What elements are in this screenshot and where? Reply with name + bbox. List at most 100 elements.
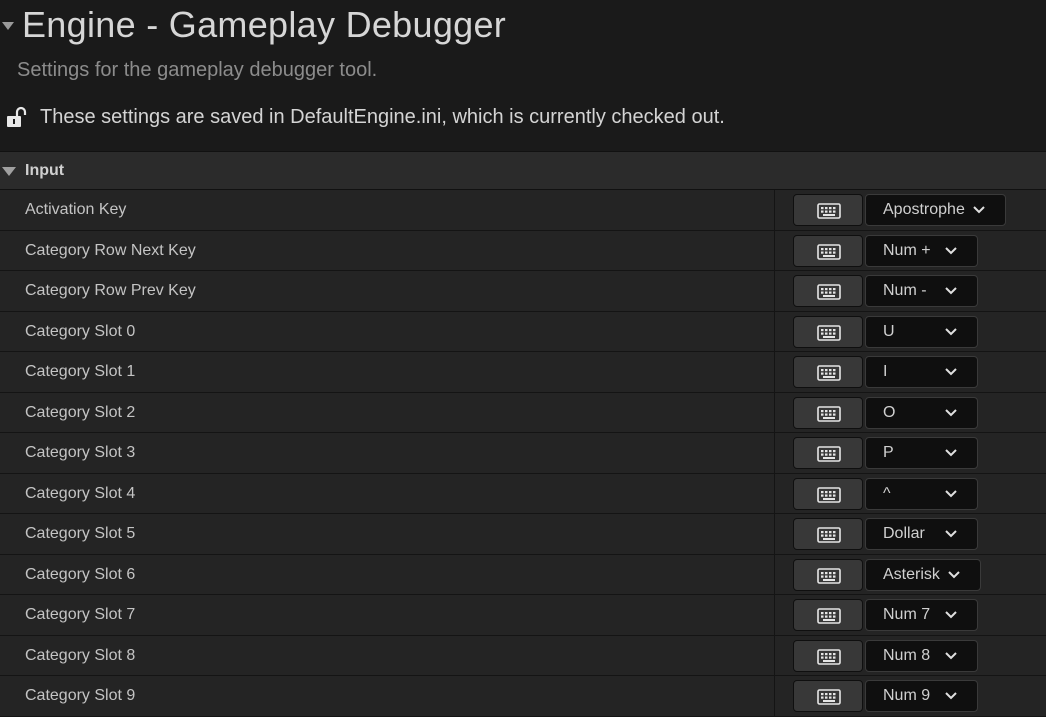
key-select-dropdown[interactable]: Num + xyxy=(865,234,978,267)
key-capture-button[interactable] xyxy=(793,639,863,672)
property-label: Category Slot 2 xyxy=(25,403,136,421)
property-label: Category Slot 8 xyxy=(25,646,136,664)
column-splitter[interactable] xyxy=(774,514,775,554)
selected-key-value: Dollar xyxy=(883,525,925,542)
chevron-down-icon xyxy=(945,327,957,335)
key-capture-button[interactable] xyxy=(793,477,863,510)
selected-key-value: P xyxy=(883,444,894,461)
expand-arrow-icon[interactable] xyxy=(2,167,16,176)
key-select-dropdown[interactable]: I xyxy=(865,356,978,388)
key-capture-button[interactable] xyxy=(793,234,863,267)
property-row: Category Slot 3 P xyxy=(0,433,1046,474)
selected-key-value: O xyxy=(883,403,896,421)
key-select-dropdown[interactable]: ^ xyxy=(865,477,978,510)
property-label: Category Row Next Key xyxy=(25,241,196,259)
property-row: Category Slot 0 U xyxy=(0,311,1046,352)
key-capture-button[interactable] xyxy=(793,599,863,631)
property-row: Category Row Next Key Num + xyxy=(0,230,1046,271)
property-row: Category Slot 1 I xyxy=(0,352,1046,393)
page-title: Engine - Gameplay Debugger xyxy=(22,4,507,45)
category-input-header[interactable]: Input xyxy=(0,151,1046,190)
property-label: Activation Key xyxy=(25,201,127,218)
property-row: Category Row Prev Key Num - xyxy=(0,271,1046,312)
selected-key-value: Num - xyxy=(883,282,927,299)
chevron-down-icon xyxy=(945,368,957,376)
key-select-dropdown[interactable]: Num 8 xyxy=(865,639,978,672)
chevron-down-icon xyxy=(945,530,957,538)
settings-panel: Engine - Gameplay Debugger Settings for … xyxy=(0,0,1046,717)
column-splitter[interactable] xyxy=(774,676,775,716)
config-file-note: These settings are saved in DefaultEngin… xyxy=(40,106,725,128)
key-capture-button[interactable] xyxy=(793,275,863,307)
property-label: Category Slot 4 xyxy=(25,484,136,502)
property-row: Activation Key Apostrophe xyxy=(0,190,1046,231)
selected-key-value: U xyxy=(883,322,895,340)
column-splitter[interactable] xyxy=(774,392,775,432)
category-label: Input xyxy=(25,162,65,179)
chevron-down-icon xyxy=(948,570,960,578)
chevron-down-icon xyxy=(973,206,985,214)
selected-key-value: Num 9 xyxy=(883,687,931,704)
key-select-dropdown[interactable]: Apostrophe xyxy=(865,194,1006,226)
column-splitter[interactable] xyxy=(774,190,775,230)
column-splitter[interactable] xyxy=(774,271,775,311)
key-select-dropdown[interactable]: U xyxy=(865,315,978,348)
chevron-down-icon xyxy=(945,246,957,254)
chevron-down-icon xyxy=(945,408,957,416)
key-capture-button[interactable] xyxy=(793,518,863,550)
column-splitter[interactable] xyxy=(774,230,775,270)
property-label: Category Slot 3 xyxy=(25,444,136,461)
property-label: Category Slot 5 xyxy=(25,525,136,542)
key-capture-button[interactable] xyxy=(793,356,863,388)
property-rows: Activation Key Apostrophe Category Row Nex… xyxy=(0,190,1046,717)
column-splitter[interactable] xyxy=(774,635,775,675)
column-splitter[interactable] xyxy=(774,473,775,513)
property-label: Category Slot 7 xyxy=(25,606,136,623)
property-row: Category Slot 9 Num 9 xyxy=(0,676,1046,717)
property-label: Category Row Prev Key xyxy=(25,282,196,299)
selected-key-value: Apostrophe xyxy=(883,201,965,218)
property-label: Category Slot 1 xyxy=(25,363,136,380)
column-splitter[interactable] xyxy=(774,352,775,392)
key-capture-button[interactable] xyxy=(793,680,863,712)
chevron-down-icon xyxy=(945,449,957,457)
property-row: Category Slot 2 O xyxy=(0,392,1046,433)
key-capture-button[interactable] xyxy=(793,315,863,348)
chevron-down-icon xyxy=(945,611,957,619)
property-row: Category Slot 4 ^ xyxy=(0,473,1046,514)
property-label: Category Slot 0 xyxy=(25,322,136,340)
key-capture-button[interactable] xyxy=(793,437,863,469)
page-subtitle: Settings for the gameplay debugger tool. xyxy=(17,59,378,81)
settings-header: Engine - Gameplay Debugger Settings for … xyxy=(0,0,1046,151)
property-row: Category Slot 5 Dollar xyxy=(0,514,1046,555)
unlocked-padlock-icon[interactable] xyxy=(6,106,28,130)
property-label: Category Slot 9 xyxy=(25,687,136,704)
key-select-dropdown[interactable]: O xyxy=(865,396,978,429)
column-splitter[interactable] xyxy=(774,311,775,351)
column-splitter[interactable] xyxy=(774,554,775,594)
selected-key-value: I xyxy=(883,363,888,380)
property-row: Category Slot 6 Asterisk xyxy=(0,554,1046,595)
selected-key-value: Asterisk xyxy=(883,565,940,583)
selected-key-value: Num 8 xyxy=(883,646,931,664)
key-select-dropdown[interactable]: Num 7 xyxy=(865,599,978,631)
key-select-dropdown[interactable]: Num - xyxy=(865,275,978,307)
selected-key-value: Num + xyxy=(883,241,931,259)
key-capture-button[interactable] xyxy=(793,396,863,429)
selected-key-value: Num 7 xyxy=(883,606,931,623)
property-row: Category Slot 8 Num 8 xyxy=(0,635,1046,676)
column-splitter[interactable] xyxy=(774,433,775,473)
key-select-dropdown[interactable]: Asterisk xyxy=(865,558,981,591)
key-select-dropdown[interactable]: P xyxy=(865,437,978,469)
key-select-dropdown[interactable]: Dollar xyxy=(865,518,978,550)
chevron-down-icon xyxy=(945,287,957,295)
key-capture-button[interactable] xyxy=(793,194,863,226)
chevron-down-icon xyxy=(945,692,957,700)
selected-key-value: ^ xyxy=(883,484,891,502)
chevron-down-icon xyxy=(945,489,957,497)
column-splitter[interactable] xyxy=(774,595,775,635)
key-select-dropdown[interactable]: Num 9 xyxy=(865,680,978,712)
key-capture-button[interactable] xyxy=(793,558,863,591)
section-collapse-icon[interactable] xyxy=(2,22,14,30)
chevron-down-icon xyxy=(945,651,957,659)
